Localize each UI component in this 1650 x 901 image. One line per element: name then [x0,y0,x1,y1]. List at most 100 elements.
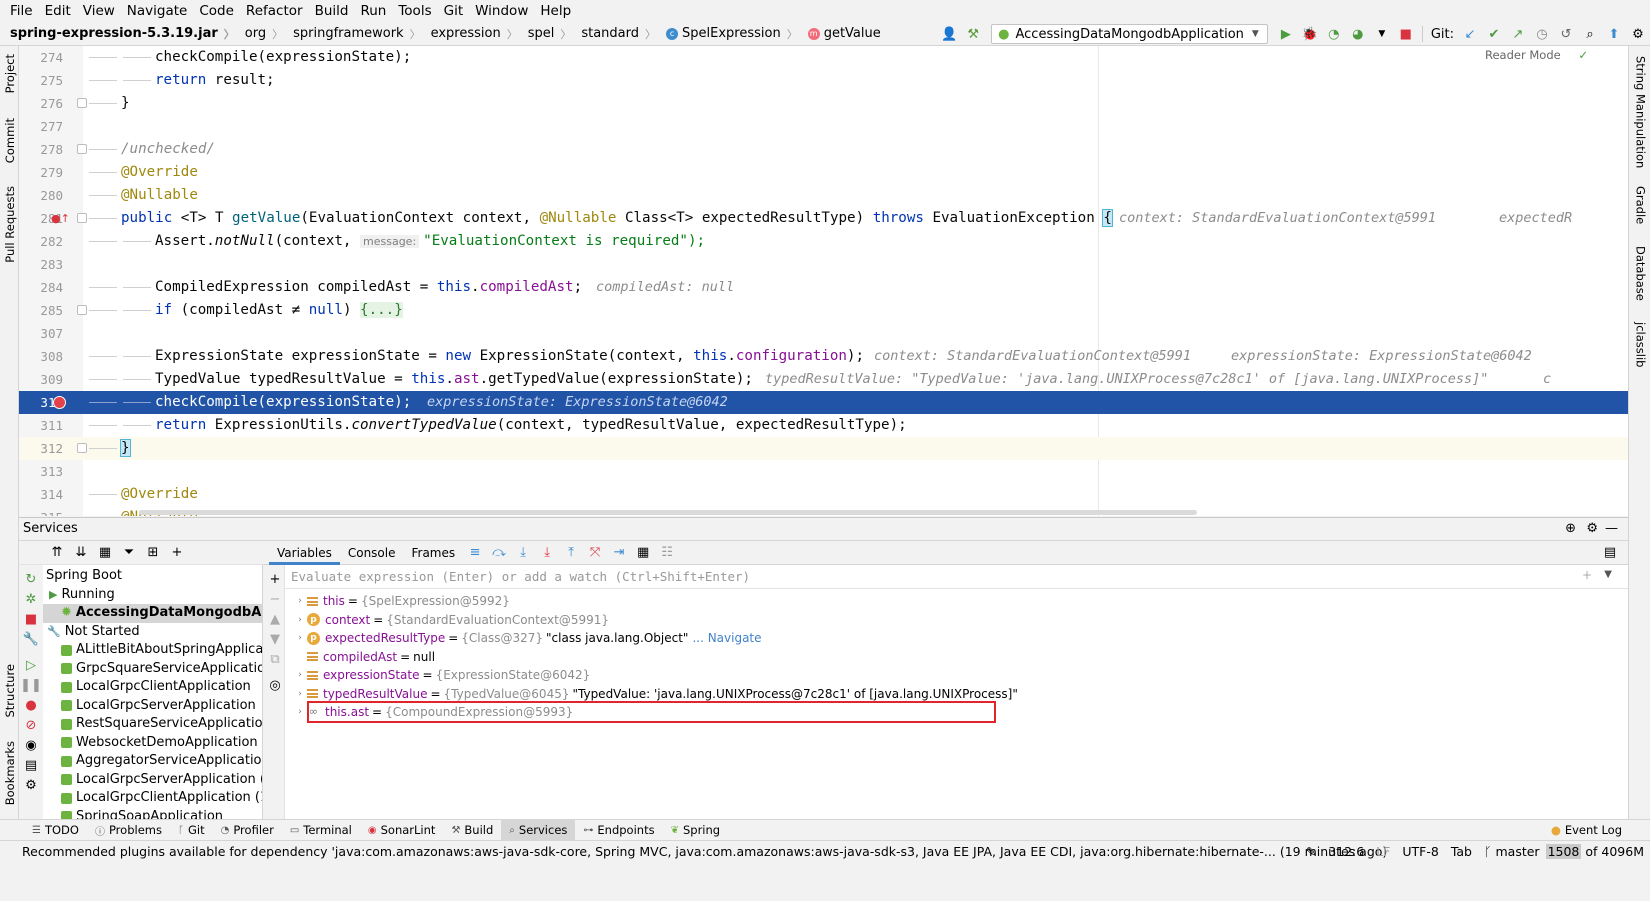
menu-window[interactable]: Window [469,0,534,22]
fold-toggle-icon[interactable] [77,98,87,108]
search-icon[interactable]: ⌕ [1580,24,1600,44]
code-line[interactable]: 280 @Nullable [19,184,1628,207]
evaluate-expression-input[interactable]: Evaluate expression (Enter) or add a wat… [285,565,1628,589]
tab-profiler[interactable]: ◔ Profiler [213,820,282,840]
tool-tab-string-manipulation[interactable]: String Manipulation [1631,56,1650,168]
filter-icon[interactable]: ⏷ [119,543,139,563]
debug-icon[interactable]: ✲ [21,589,41,609]
evaluate-icon[interactable]: ▦ [633,543,653,563]
debug-icon[interactable]: 🐞 [1300,24,1320,44]
code-line[interactable]: 309 TypedValue typedResultValue = this.a… [19,368,1628,391]
tab-todo[interactable]: ☰ TODO [24,820,87,840]
tab-terminal[interactable]: ▭ Terminal [282,820,360,840]
tree-node-app[interactable]: WebsocketDemoApplication [61,734,258,753]
menu-run[interactable]: Run [354,0,392,22]
tab-sonarlint[interactable]: ◉ SonarLint [360,820,444,840]
add-watch-icon[interactable]: + [265,569,285,589]
git-update-icon[interactable]: ↙ [1460,24,1480,44]
execution-point-line[interactable]: 310 checkCompile(expressionState); expre… [19,391,1628,414]
rerun-icon[interactable]: ↻ [21,569,41,589]
memory-indicator[interactable]: 1508 of 4096M [1545,841,1644,863]
expand-arrow-icon[interactable]: › [293,666,307,685]
expand-arrow-icon[interactable]: › [293,592,307,611]
menu-help[interactable]: Help [534,0,577,22]
tab-services[interactable]: ⌕ Services [501,820,576,840]
run-icon[interactable]: ▶ [1276,24,1296,44]
move-down-icon[interactable]: ▼ [265,629,285,649]
profile-icon[interactable]: ◕ [1348,24,1368,44]
add-icon[interactable]: + [167,543,187,563]
tree-node-spring-boot[interactable]: Spring Boot [46,567,122,586]
breadcrumb-standard[interactable]: standard 〉 [573,26,658,42]
stop-icon[interactable]: ■ [21,609,41,629]
menu-icon[interactable]: ≡ [465,543,485,563]
tab-git[interactable]: ᚴ Git [170,820,213,840]
menu-tools[interactable]: Tools [392,0,437,22]
more-run-icon[interactable]: ▼ [1372,24,1392,44]
settings-icon[interactable]: ⚙ [21,775,41,795]
git-commit-icon[interactable]: ✔ [1484,24,1504,44]
view-breakpoints-icon[interactable]: ● [21,695,41,715]
event-log-button[interactable]: ● Event Log [1551,820,1622,840]
code-line[interactable]: 275 return result; [19,69,1628,92]
menu-build[interactable]: Build [309,0,355,22]
code-line[interactable]: 308 ExpressionState expressionState = ne… [19,345,1628,368]
code-line[interactable]: 277 [19,115,1628,138]
services-tree[interactable]: Spring Boot ▶ Running ✹ AccessingDataMongo… [43,565,263,820]
tab-console[interactable]: Console [340,541,404,565]
variable-row[interactable]: › expressionState = {ExpressionState@6042} [293,666,590,685]
tool-tab-commit[interactable]: Commit [0,118,19,163]
trace-icon[interactable]: ☷ [657,543,677,563]
layout-icon[interactable]: ▤ [1600,543,1620,563]
step-out-icon[interactable]: ⤒ [561,543,581,563]
variable-row[interactable]: compiledAst = null [293,648,435,667]
code-line[interactable]: 307 [19,322,1628,345]
tree-node-running-app[interactable]: ✹AccessingDataMongodbApplication [43,604,262,623]
expand-arrow-icon[interactable]: › [293,629,307,648]
pencil-icon[interactable]: ✎ [1300,841,1322,863]
file-encoding[interactable]: UTF-8 [1396,841,1444,863]
code-line[interactable]: 313 [19,460,1628,483]
indent-setting[interactable]: Tab [1445,841,1478,863]
breadcrumb-org[interactable]: org 〉 [237,26,285,42]
code-line[interactable]: 274 checkCompile(expressionState); [19,46,1628,69]
code-line[interactable]: 278 /unchecked/ [19,138,1628,161]
menu-navigate[interactable]: Navigate [121,0,194,22]
add-watch-icon[interactable]: + [1582,568,1592,582]
code-line[interactable]: 282 Assert.notNull(context, message: "Eva… [19,230,1628,253]
tree-node-app[interactable]: GrpcSquareServiceApplication [61,660,262,679]
breadcrumb-springframework[interactable]: springframework 〉 [285,26,422,42]
variable-row[interactable]: › p expectedResultType = {Class@327} "class… [293,629,761,648]
tool-tab-bookmarks[interactable]: Bookmarks [0,741,19,805]
folded-region[interactable]: {...} [360,302,403,318]
force-step-into-icon[interactable]: ⤓ [537,543,557,563]
tab-build[interactable]: ⚒ Build [443,820,501,840]
fold-toggle-icon[interactable] [77,305,87,315]
tree-node-running[interactable]: ▶ Running [49,586,115,605]
variable-row[interactable]: › this = {SpelExpression@5992} [293,592,510,611]
tree-node-app[interactable]: ALittleBitAboutSpringApplication [61,641,262,660]
menu-edit[interactable]: Edit [39,0,77,22]
tab-frames[interactable]: Frames [403,541,463,565]
remove-watch-icon[interactable]: − [265,589,285,609]
tree-node-app[interactable]: LocalGrpcServerApplication (1) [61,771,262,790]
layout-icon[interactable]: ▤ [21,755,41,775]
tool-tab-gradle[interactable]: Gradle [1631,186,1650,224]
tab-problems[interactable]: ⓘ Problems [87,820,170,840]
tab-variables[interactable]: Variables [269,541,340,565]
tree-node-app[interactable]: LocalGrpcClientApplication (1) [61,789,262,808]
code-editor[interactable]: Reader Mode ✓ 274 checkCompile(expressio… [19,46,1628,516]
horizontal-scrollbar[interactable] [139,510,1197,515]
code-line[interactable]: 281 ●↑ public <T> T getValue(EvaluationC… [19,207,1628,230]
settings-icon[interactable]: ⚙ [1628,24,1648,44]
status-message[interactable]: Recommended plugins available for depend… [22,841,1387,863]
new-tab-icon[interactable]: ⊞ [143,543,163,563]
build-hammer-icon[interactable]: ⚒ [963,24,983,44]
rollback-icon[interactable]: ↺ [1556,24,1576,44]
step-into-icon[interactable]: ⤓ [513,543,533,563]
line-separator[interactable]: LF [1370,841,1396,863]
caret-line[interactable]: 312 } [19,437,1628,460]
collapse-all-icon[interactable]: ⇊ [71,543,91,563]
tree-node-app[interactable]: AggregatorServiceApplication [61,752,262,771]
tool-tab-database[interactable]: Database [1631,246,1650,301]
